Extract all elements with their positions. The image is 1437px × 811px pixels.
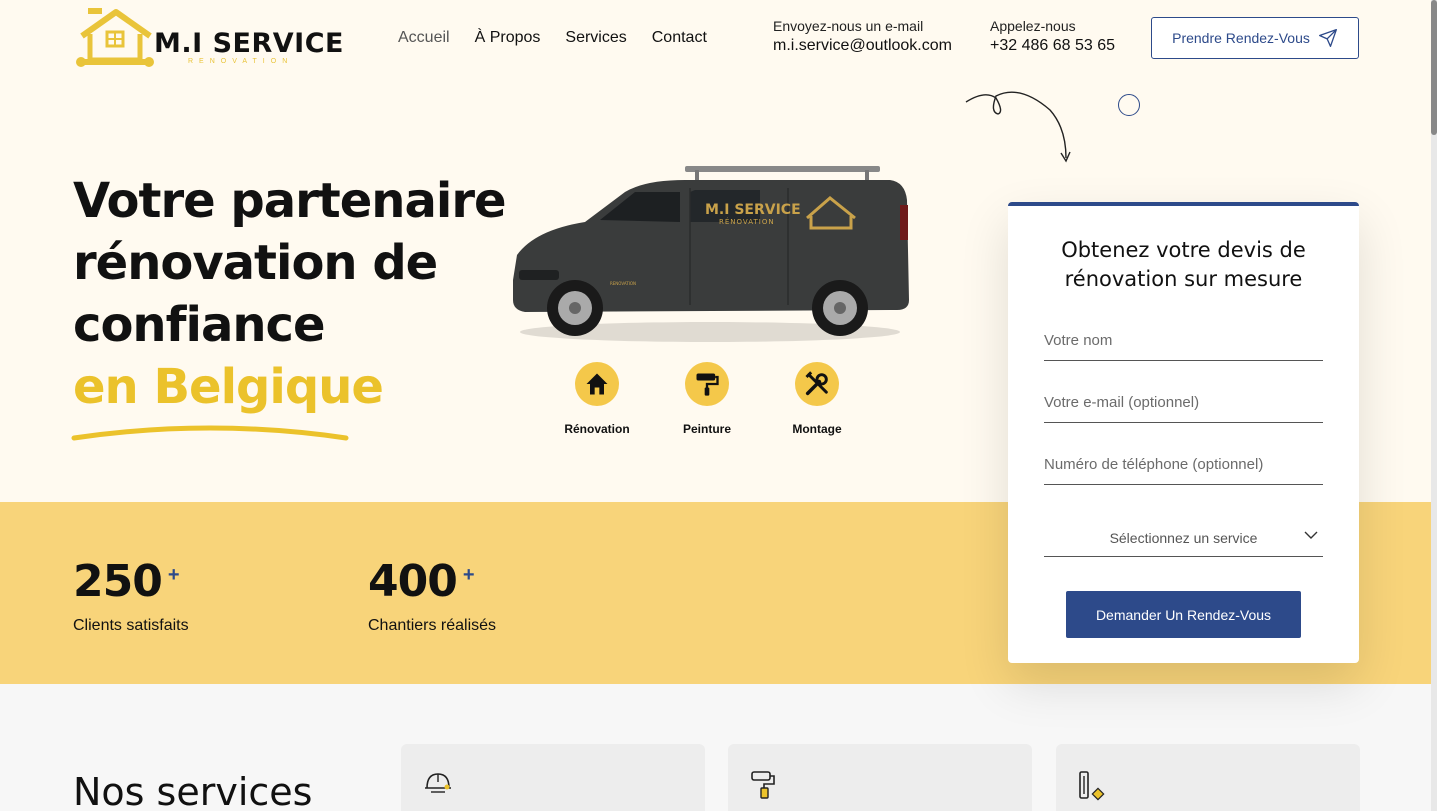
phone-label: Appelez-nous — [990, 18, 1076, 34]
email-link[interactable]: m.i.service@outlook.com — [773, 37, 952, 55]
van-brand-sub: RÉNOVATION — [719, 217, 775, 226]
email-label: Envoyez-nous un e-mail — [773, 18, 924, 34]
phone-input[interactable] — [1044, 445, 1323, 483]
site-header: M.I SERVICE RENOVATION Accueil À Propos … — [0, 0, 1437, 80]
service-select[interactable]: Sélectionnez un service — [1044, 519, 1323, 557]
service-icon-label: Rénovation — [564, 422, 630, 436]
service-icon-montage[interactable]: Montage — [785, 362, 849, 436]
service-icon-label: Peinture — [682, 422, 731, 436]
quote-form-card: Obtenez votre devis de rénovation sur me… — [1008, 202, 1359, 663]
service-card[interactable] — [1056, 744, 1360, 811]
spirit-level-icon — [1079, 771, 1105, 801]
decorative-arrow-icon — [965, 91, 1071, 163]
phone-contact: Appelez-nous +32 486 68 53 65 — [990, 18, 1115, 55]
services-title: Nos services — [73, 770, 313, 811]
brand-logo[interactable]: M.I SERVICE RENOVATION — [76, 6, 346, 70]
book-appointment-button[interactable]: Prendre Rendez-Vous — [1151, 17, 1359, 59]
van-door-text: RENOVATION — [610, 281, 636, 286]
email-contact: Envoyez-nous un e-mail m.i.service@outlo… — [773, 18, 952, 55]
stat-label: Clients satisfaits — [73, 617, 189, 634]
highlight-underline — [71, 425, 349, 441]
stat-chantiers: 400 + Chantiers réalisés — [368, 556, 496, 635]
service-icon-peinture[interactable]: Peinture — [675, 362, 739, 436]
quote-form-title: Obtenez votre devis de rénovation sur me… — [1061, 238, 1306, 291]
hero-highlight: en Belgique — [73, 359, 384, 415]
brand-name: M.I SERVICE — [154, 28, 344, 59]
house-icon — [586, 373, 608, 395]
stat-suffix: + — [167, 564, 180, 586]
service-icon-renovation[interactable]: Rénovation — [564, 362, 630, 436]
stat-clients: 250 + Clients satisfaits — [73, 556, 189, 635]
service-icon-label: Montage — [792, 422, 842, 436]
house-logo-icon — [76, 8, 154, 67]
page-scrollbar[interactable] — [1431, 0, 1437, 811]
van-image: M.I SERVICE RÉNOVATION RENOVATION — [513, 166, 909, 342]
stat-suffix: + — [462, 564, 475, 586]
helmet-icon — [425, 773, 451, 793]
request-appointment-button[interactable]: Demander Un Rendez-Vous — [1066, 591, 1301, 638]
chevron-down-icon — [1304, 531, 1318, 539]
nav-services[interactable]: Services — [565, 29, 626, 47]
hero-line-2: rénovation de — [73, 235, 438, 291]
service-card[interactable] — [401, 744, 705, 811]
service-select-value: Sélectionnez un service — [1109, 529, 1258, 546]
tools-icon — [805, 371, 828, 396]
name-field — [1044, 321, 1323, 361]
hero-line-1: Votre partenaire — [73, 173, 507, 229]
email-input[interactable] — [1044, 383, 1323, 421]
paint-roller-icon — [751, 771, 775, 799]
phone-link[interactable]: +32 486 68 53 65 — [990, 37, 1115, 55]
name-input[interactable] — [1044, 321, 1323, 359]
van-brand-text: M.I SERVICE — [705, 202, 801, 218]
service-card[interactable] — [728, 744, 1032, 811]
stat-value: 400 — [368, 556, 458, 607]
stat-value: 250 — [73, 556, 163, 607]
nav-a-propos[interactable]: À Propos — [475, 29, 541, 47]
nav-contact[interactable]: Contact — [652, 29, 707, 47]
brand-tagline: RENOVATION — [188, 58, 294, 65]
stat-label: Chantiers réalisés — [368, 617, 497, 634]
service-icons: Rénovation Peinture Montage — [564, 362, 849, 436]
main-nav: Accueil À Propos Services Contact — [398, 29, 707, 47]
hero-title: Votre partenaire rénovation de confiance… — [73, 170, 507, 418]
hero-line-3: confiance — [73, 297, 326, 353]
paint-roller-icon — [696, 373, 719, 396]
phone-field — [1044, 445, 1323, 485]
scrollbar-thumb[interactable] — [1431, 0, 1437, 135]
book-appointment-label: Prendre Rendez-Vous — [1172, 30, 1310, 46]
email-field — [1044, 383, 1323, 423]
nav-accueil[interactable]: Accueil — [398, 29, 450, 47]
send-icon — [1318, 29, 1337, 47]
decorative-circle — [1118, 94, 1140, 116]
